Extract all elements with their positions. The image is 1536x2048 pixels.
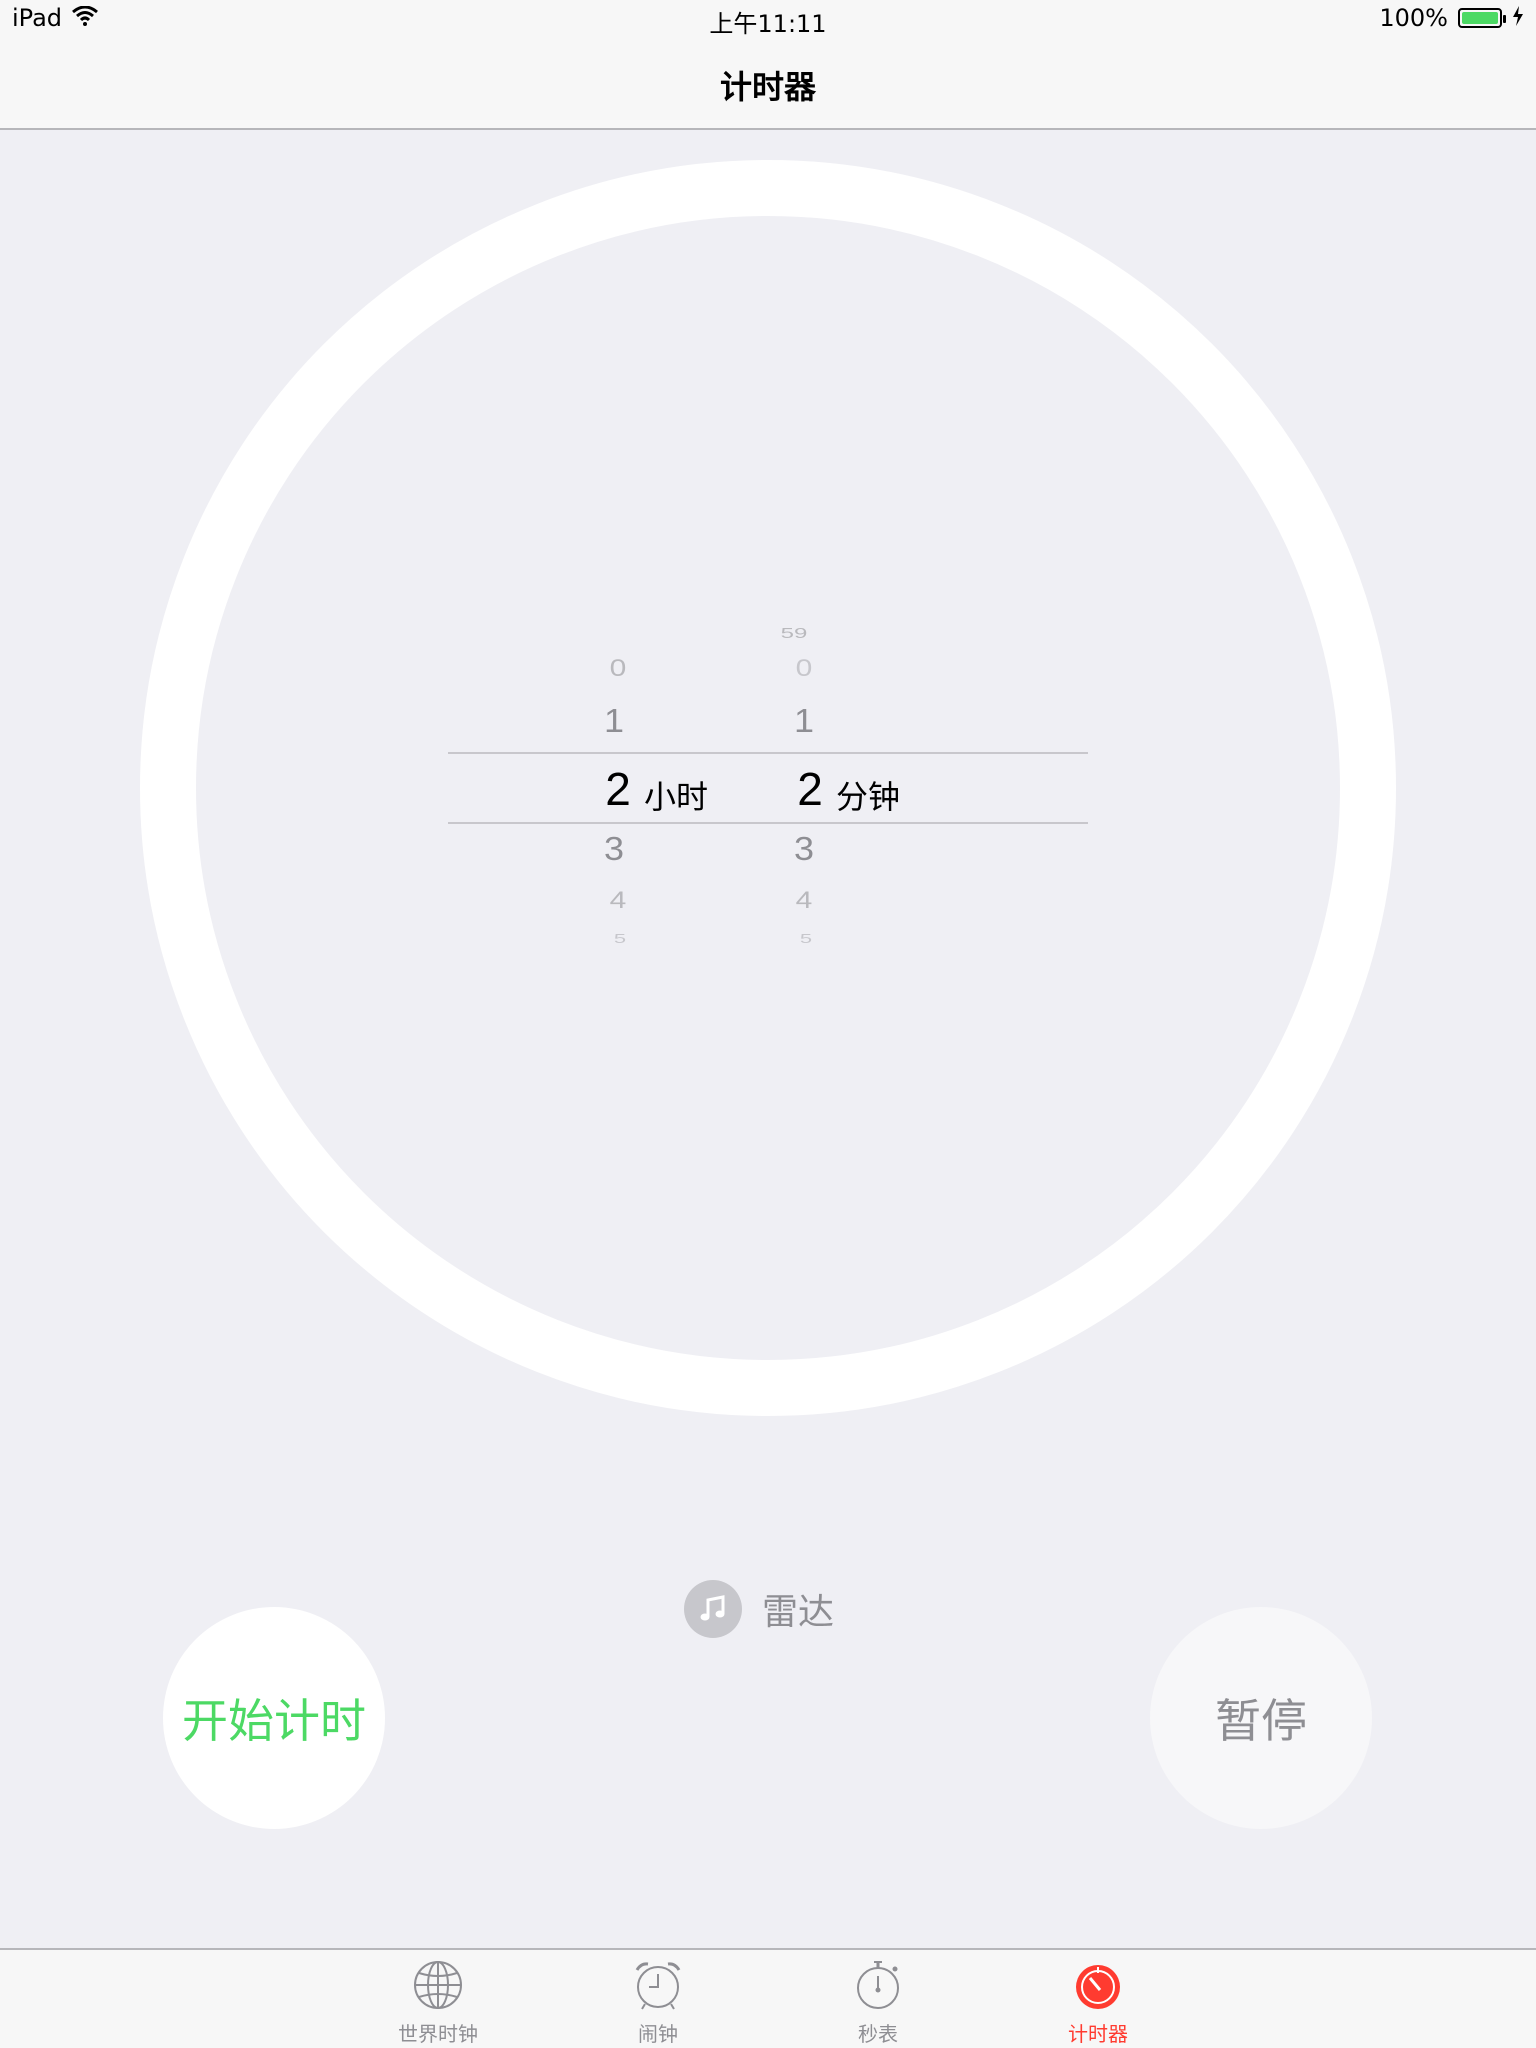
start-button-label: 开始计时 [182, 1694, 366, 1748]
battery-percent: 100% [1379, 4, 1448, 32]
tab-label: 秒表 [858, 2022, 898, 2046]
selection-bottom-line [448, 822, 1088, 824]
minutes-value[interactable]: 1 [774, 702, 834, 741]
minutes-value[interactable]: 0 [774, 655, 834, 682]
status-bar: iPad 上午11:11 100% [0, 0, 1536, 40]
hours-value[interactable]: 1 [584, 702, 644, 741]
sound-selector[interactable]: 雷达 [684, 1580, 834, 1638]
selection-top-line [448, 752, 1088, 754]
music-note-icon [684, 1580, 742, 1638]
start-button[interactable]: 开始计时 [163, 1607, 385, 1829]
sound-label: 雷达 [762, 1592, 835, 1633]
hours-value[interactable]: 4 [588, 887, 648, 914]
pause-button[interactable]: 暂停 [1150, 1607, 1372, 1829]
tab-world-clock[interactable]: 世界时钟 [358, 1960, 518, 2047]
globe-icon [413, 1961, 463, 2014]
stopwatch-icon [853, 1961, 903, 2014]
timer-icon [1073, 1965, 1123, 2014]
tab-label: 闹钟 [638, 2022, 678, 2046]
hours-value[interactable]: 3 [584, 830, 644, 869]
pause-button-label: 暂停 [1215, 1694, 1307, 1748]
minutes-value[interactable]: 5 [776, 931, 836, 947]
hours-value[interactable]: 0 [588, 655, 648, 682]
tab-label: 世界时钟 [398, 2022, 478, 2046]
tab-bar: 世界时钟 闹钟 秒表 计时器 [0, 1948, 1536, 2048]
tab-timer[interactable]: 计时器 [1018, 1960, 1178, 2047]
duration-picker[interactable]: 0 1 2 小时 3 4 5 59 0 1 2 分钟 3 4 5 [448, 600, 1088, 970]
alarm-clock-icon [633, 1962, 683, 2014]
hours-unit-label: 小时 [644, 778, 709, 816]
status-right: 100% [1379, 4, 1524, 32]
hours-selected[interactable]: 2 [588, 762, 648, 816]
minutes-selected[interactable]: 2 [780, 762, 840, 816]
page-title: 计时器 [719, 68, 816, 106]
clock-time: 上午11:11 [709, 10, 827, 38]
minutes-unit-label: 分钟 [836, 778, 901, 816]
minutes-value[interactable]: 3 [774, 830, 834, 869]
tab-alarm[interactable]: 闹钟 [578, 1960, 738, 2047]
tab-label: 计时器 [1068, 2022, 1128, 2046]
minutes-value[interactable]: 4 [774, 887, 834, 914]
top-bar: iPad 上午11:11 100% 计时器 [0, 0, 1536, 130]
timer-screen: iPad 上午11:11 100% 计时器 0 1 2 小时 3 4 5 59 … [0, 0, 1536, 2048]
battery-icon [1458, 8, 1506, 28]
tab-stopwatch[interactable]: 秒表 [798, 1960, 958, 2047]
hours-value[interactable]: 5 [590, 931, 650, 947]
minutes-value[interactable]: 59 [764, 626, 824, 643]
charging-icon [1512, 4, 1524, 32]
